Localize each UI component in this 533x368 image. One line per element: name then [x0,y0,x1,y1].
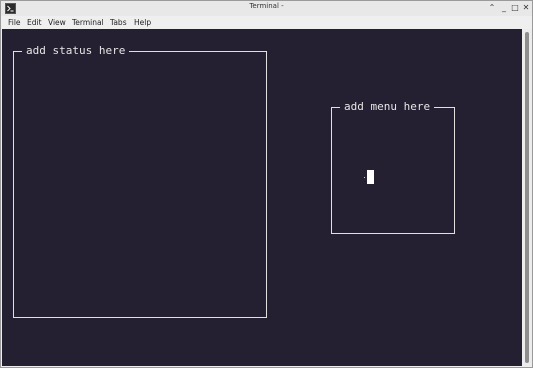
collapse-button[interactable]: ⌃ [487,2,497,13]
cursor-dot [364,177,365,178]
menu-box: add menu here [331,101,455,234]
menu-help[interactable]: Help [134,17,151,28]
menu-edit[interactable]: Edit [27,17,42,28]
text-cursor [367,170,374,184]
status-box: add status here [13,45,267,318]
menu-tabs[interactable]: Tabs [110,17,127,28]
menu-view[interactable]: View [48,17,66,28]
minimize-button[interactable]: _ [499,2,509,13]
maximize-button[interactable]: □ [510,2,520,13]
scrollbar-thumb[interactable] [525,32,529,363]
menu-file[interactable]: File [8,17,21,28]
window-title: Terminal - [249,2,284,10]
menu-terminal[interactable]: Terminal [72,17,104,28]
terminal-window: Terminal - ⌃ _ □ ✕ File Edit View Termin… [0,0,533,368]
terminal-area[interactable]: add status here add menu here [2,29,522,366]
menu-bar: File Edit View Terminal Tabs Help [1,16,532,29]
status-box-title: add status here [22,45,130,57]
menu-box-title: add menu here [340,101,435,113]
vertical-scrollbar[interactable] [522,29,532,366]
close-button[interactable]: ✕ [521,2,531,13]
title-bar[interactable]: Terminal - ⌃ _ □ ✕ [1,1,532,17]
